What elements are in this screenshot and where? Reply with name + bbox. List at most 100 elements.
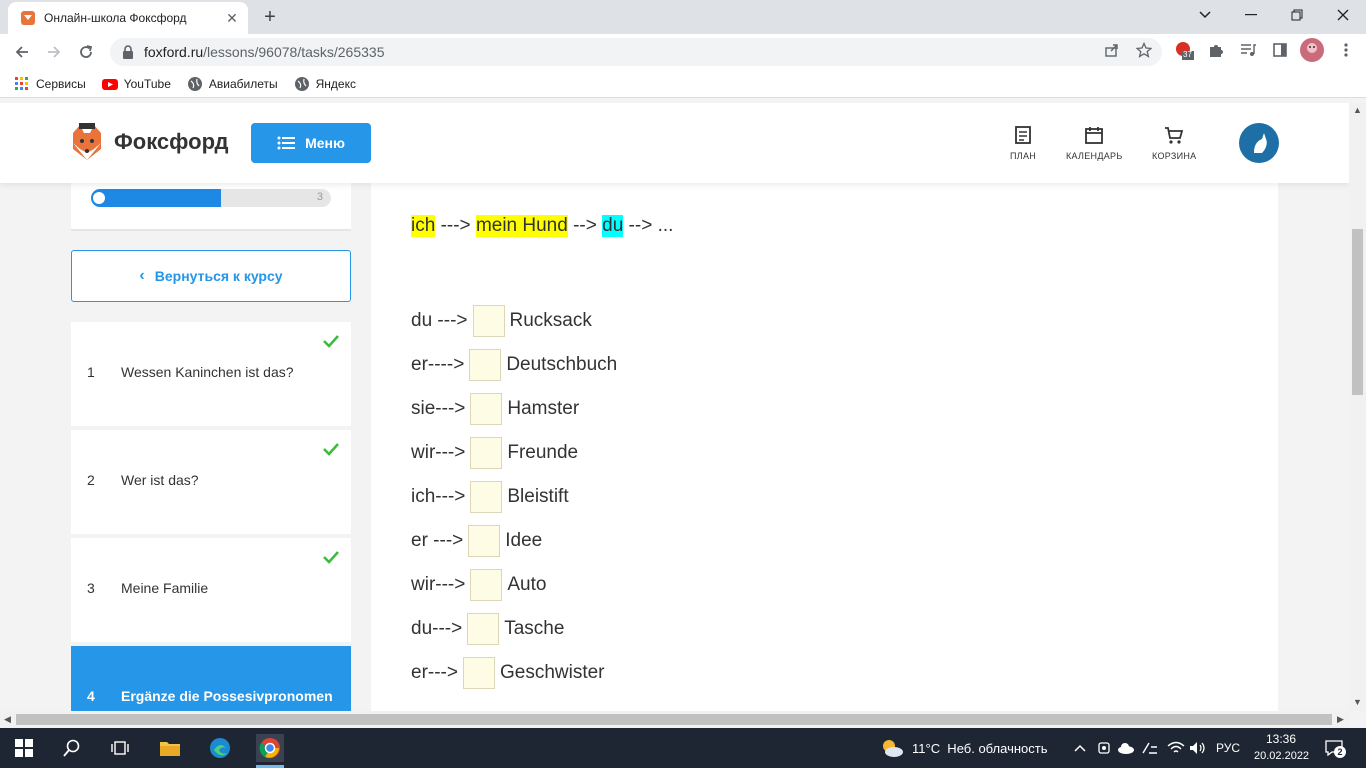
exercise-row: er---> Geschwister bbox=[411, 657, 605, 689]
bookmark-services[interactable]: Сервисы bbox=[14, 76, 86, 92]
lesson-number: 3 bbox=[87, 580, 95, 596]
browser-tab[interactable]: Онлайн-школа Фоксфорд ✕ bbox=[8, 2, 248, 34]
lesson-item-3[interactable]: 3 Meine Familie bbox=[71, 538, 351, 642]
answer-input[interactable] bbox=[469, 349, 502, 381]
weather-cloud-sun-icon bbox=[883, 740, 903, 757]
chrome-taskbar-icon[interactable] bbox=[256, 734, 284, 762]
vertical-scrollbar[interactable]: ▲ ▼ bbox=[1349, 103, 1366, 711]
clock-time[interactable]: 13:36 bbox=[1266, 732, 1296, 746]
media-queue-icon[interactable] bbox=[1238, 40, 1258, 60]
scroll-left-arrow-icon[interactable]: ◀ bbox=[4, 714, 11, 725]
notifications-icon[interactable]: 2 bbox=[1322, 736, 1346, 760]
forward-arrow-icon[interactable] bbox=[42, 40, 66, 64]
close-window-icon[interactable] bbox=[1320, 0, 1366, 30]
edge-browser-icon[interactable] bbox=[208, 736, 232, 760]
user-avatar[interactable] bbox=[1239, 123, 1279, 163]
new-tab-icon[interactable]: + bbox=[258, 6, 282, 30]
minimize-icon[interactable] bbox=[1228, 0, 1274, 30]
bookmark-youtube[interactable]: YouTube bbox=[101, 76, 171, 92]
row-prefix: er ---> bbox=[411, 530, 464, 551]
progress-marker bbox=[93, 192, 105, 204]
share-icon[interactable] bbox=[1102, 40, 1122, 60]
row-prefix: du---> bbox=[411, 618, 463, 639]
volume-icon[interactable] bbox=[1186, 736, 1210, 760]
input-language[interactable]: РУС bbox=[1216, 741, 1240, 755]
menu-button[interactable]: Меню bbox=[251, 123, 371, 163]
vertical-scroll-thumb[interactable] bbox=[1352, 229, 1363, 395]
scroll-right-arrow-icon[interactable]: ▶ bbox=[1337, 714, 1344, 725]
bookmark-yandex[interactable]: Яндекс bbox=[294, 76, 356, 92]
restore-icon[interactable] bbox=[1274, 0, 1320, 30]
bookmark-aviatickets[interactable]: Авиабилеты bbox=[187, 76, 278, 92]
address-bar[interactable]: foxford.ru/lessons/96078/tasks/265335 bbox=[110, 38, 1162, 66]
lesson-title: Wer ist das? bbox=[121, 472, 199, 488]
highlight-word: ich bbox=[411, 215, 436, 237]
task-view-icon[interactable] bbox=[108, 736, 132, 760]
row-prefix: wir---> bbox=[411, 442, 466, 463]
bookmark-star-icon[interactable] bbox=[1134, 40, 1154, 60]
site-header: Фоксфорд Меню ПЛАН КАЛЕНДАРЬ КОРЗИНА bbox=[0, 103, 1349, 183]
windows-start-icon[interactable] bbox=[12, 736, 36, 760]
foxford-logo[interactable]: Фоксфорд bbox=[70, 123, 228, 161]
profile-avatar-icon[interactable] bbox=[1300, 38, 1324, 62]
extension-badge-icon[interactable]: 37 bbox=[1174, 40, 1194, 60]
answer-input[interactable] bbox=[462, 657, 495, 689]
tray-keyboard-icon[interactable] bbox=[1138, 736, 1162, 760]
row-noun: Deutschbuch bbox=[506, 354, 618, 375]
lesson-item-2[interactable]: 2 Wer ist das? bbox=[71, 430, 351, 534]
nav-calendar[interactable]: КАЛЕНДАРЬ bbox=[1066, 125, 1123, 161]
task-card: ich ---> mein Hund --> du --> ... du ---… bbox=[371, 183, 1278, 711]
weather-text: 11°C Неб. облачность bbox=[912, 740, 1048, 756]
side-panel-icon[interactable] bbox=[1270, 40, 1290, 60]
clock-date[interactable]: 20.02.2022 bbox=[1254, 750, 1309, 762]
scroll-down-arrow-icon[interactable]: ▼ bbox=[1353, 697, 1362, 707]
check-icon bbox=[323, 335, 339, 348]
row-noun: Bleistift bbox=[507, 486, 569, 507]
row-noun: Auto bbox=[507, 574, 547, 595]
cart-icon bbox=[1165, 127, 1184, 144]
logo-text: Фоксфорд bbox=[114, 129, 229, 154]
nav-label: КОРЗИНА bbox=[1152, 151, 1197, 161]
reload-icon[interactable] bbox=[74, 40, 98, 64]
row-prefix: sie---> bbox=[411, 398, 466, 419]
scroll-up-arrow-icon[interactable]: ▲ bbox=[1353, 105, 1362, 115]
answer-input[interactable] bbox=[470, 481, 503, 513]
row-noun: Tasche bbox=[504, 618, 565, 639]
tab-search-icon[interactable] bbox=[1182, 0, 1228, 30]
answer-input[interactable] bbox=[472, 305, 505, 337]
answer-input[interactable] bbox=[470, 437, 503, 469]
horizontal-scrollbar[interactable]: ◀ ▶ bbox=[0, 711, 1349, 728]
youtube-icon bbox=[101, 78, 118, 90]
weather-widget[interactable]: 11°C Неб. облачность bbox=[880, 738, 1047, 758]
row-prefix: wir---> bbox=[411, 574, 466, 595]
search-icon[interactable] bbox=[60, 736, 84, 760]
tray-device-icon[interactable] bbox=[1092, 736, 1116, 760]
row-noun: Geschwister bbox=[499, 662, 605, 683]
nav-cart[interactable]: КОРЗИНА bbox=[1152, 125, 1196, 161]
back-arrow-icon[interactable] bbox=[10, 40, 34, 64]
row-prefix: er---> bbox=[411, 662, 458, 683]
nav-plan[interactable]: ПЛАН bbox=[1010, 125, 1036, 161]
bookmark-label: Яндекс bbox=[315, 76, 356, 91]
exercise-row: er----> Deutschbuch bbox=[411, 349, 617, 381]
tab-close-icon[interactable]: ✕ bbox=[224, 10, 240, 27]
back-to-course-button[interactable]: ‹ Вернуться к курсу bbox=[71, 250, 351, 302]
answer-input[interactable] bbox=[470, 393, 503, 425]
windows-taskbar: 11°C Неб. облачность РУС 13:36 20.02.202… bbox=[0, 728, 1366, 768]
lesson-item-4[interactable]: 4 Ergänze die Possesivpronomen bbox=[71, 646, 351, 711]
lesson-item-1[interactable]: 1 Wessen Kaninchen ist das? bbox=[71, 322, 351, 426]
onedrive-cloud-icon[interactable] bbox=[1114, 736, 1138, 760]
lesson-number: 1 bbox=[87, 364, 95, 380]
menu-list-icon bbox=[277, 136, 296, 150]
file-explorer-icon[interactable] bbox=[158, 736, 182, 760]
extensions-puzzle-icon[interactable] bbox=[1206, 40, 1226, 60]
chrome-menu-icon[interactable] bbox=[1336, 40, 1356, 60]
answer-input[interactable] bbox=[468, 525, 501, 557]
progress-fill bbox=[91, 189, 221, 207]
tray-chevron-up-icon[interactable] bbox=[1068, 736, 1092, 760]
bookmarks-bar: Сервисы YouTube Авиабилеты Яндекс bbox=[0, 70, 1366, 98]
horizontal-scroll-thumb[interactable] bbox=[16, 714, 1332, 725]
answer-input[interactable] bbox=[470, 569, 503, 601]
wifi-icon[interactable] bbox=[1164, 736, 1188, 760]
answer-input[interactable] bbox=[467, 613, 500, 645]
